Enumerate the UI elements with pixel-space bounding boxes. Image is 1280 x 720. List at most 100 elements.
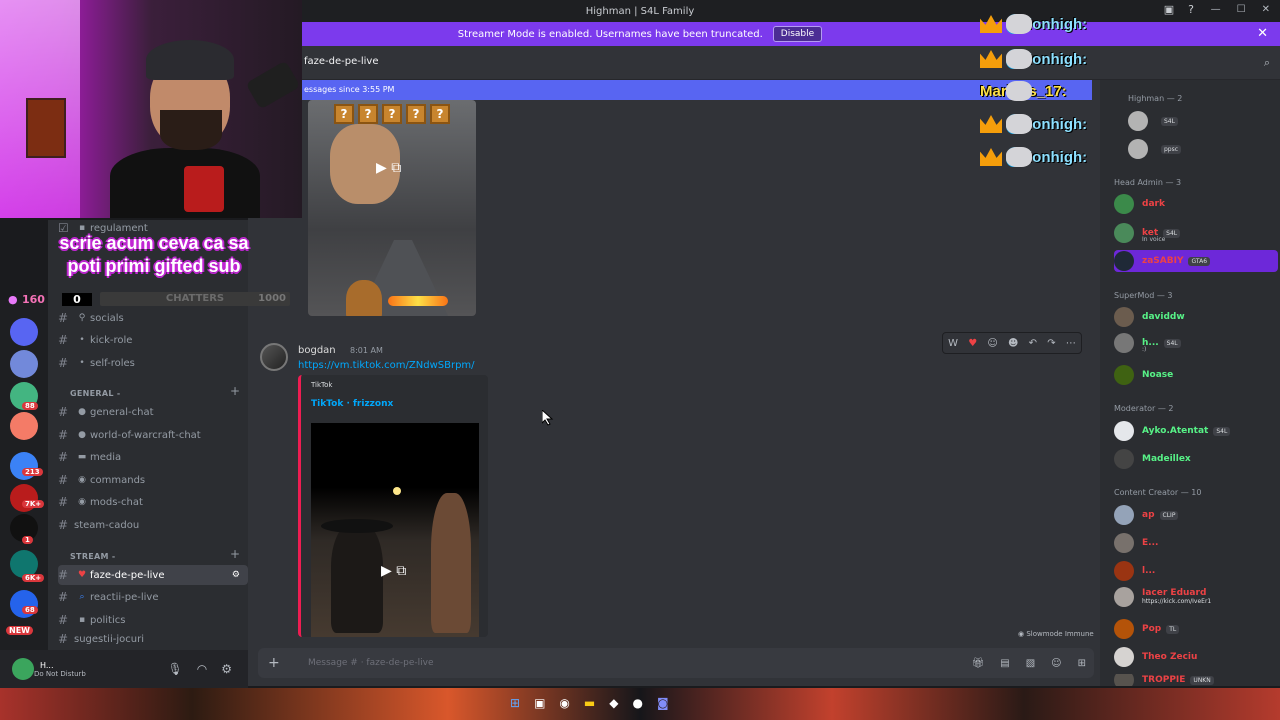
chatters-counter: ● 160 0 CHATTERS 1000 (8, 290, 290, 308)
category-general[interactable]: GENERAL - (70, 389, 120, 398)
video-embed-thumbnail[interactable]: ????? ▶ ⧉ (308, 100, 476, 316)
channel-faze-de-pe-live[interactable]: # ♥ faze-de-pe-live ⚙ (58, 565, 248, 585)
member-row[interactable]: l... (1114, 560, 1278, 582)
channel-reactii-pe-live[interactable]: # ⌕ reactii-pe-live (58, 587, 248, 607)
reaction-emoji-icon[interactable]: ☺ (987, 338, 997, 349)
play-icon[interactable]: ▶ ⧉ (376, 160, 401, 176)
person-graphic (331, 523, 383, 633)
inbox-icon[interactable]: ▣ (1164, 3, 1174, 16)
sticker-icon[interactable]: ▧ (1026, 658, 1035, 669)
add-channel-icon[interactable]: + (230, 547, 240, 561)
apps-icon[interactable]: ⊞ (1078, 658, 1086, 669)
message-timestamp: 8:01 AM (350, 346, 383, 355)
app-icon[interactable]: ◉ (559, 696, 569, 710)
member-row[interactable]: ppsc (1128, 138, 1280, 160)
message-link[interactable]: https://vm.tiktok.com/ZNdwSBrpm/ (298, 360, 475, 371)
server-rail: 88 213 7K+ 1 6K+ 68 NEW (0, 300, 48, 690)
chat-icon: ● (78, 430, 86, 440)
gift-icon[interactable]: 🎁︎ (972, 658, 985, 669)
channel-general-chat[interactable]: # ● general-chat (58, 402, 248, 422)
add-channel-icon[interactable]: + (230, 384, 240, 398)
channel-kick-role[interactable]: # • kick-role (58, 330, 248, 350)
search-icon[interactable]: ⌕ (1264, 56, 1270, 70)
member-row[interactable]: TROPPIE UNKN (1114, 674, 1278, 686)
avatar (1114, 647, 1134, 667)
maximize-icon[interactable]: ☐ (1237, 4, 1246, 15)
hash-icon: # (58, 311, 69, 325)
disable-streamer-mode-button[interactable]: Disable (772, 26, 823, 42)
server-icon[interactable] (10, 350, 38, 378)
channel-steam-cadou[interactable]: # steam-cadou (58, 515, 248, 535)
server-icon[interactable] (10, 318, 38, 346)
channel-self-roles[interactable]: # • self-roles (58, 353, 248, 373)
new-messages-bar[interactable]: essages since 3:55 PM (300, 80, 1092, 100)
discord-icon[interactable]: ◙ (657, 696, 669, 710)
reply-icon[interactable]: ↶ (1029, 338, 1037, 349)
windows-start-icon[interactable]: ⊞ (510, 696, 520, 710)
channel-mods-chat[interactable]: # ◉ mods-chat (58, 492, 248, 512)
microphone-icon[interactable]: 🎙︎ (168, 662, 183, 676)
app-icon[interactable]: ◆ (609, 696, 618, 710)
app-icon[interactable]: ▣ (534, 696, 545, 710)
gear-icon[interactable]: ⚙ (221, 662, 232, 676)
member-row[interactable]: zaSABIY GTA6 (1114, 250, 1278, 272)
member-row[interactable]: Ayko.Atentat S4L (1114, 420, 1278, 442)
member-row[interactable]: S4L (1128, 110, 1280, 132)
message-author[interactable]: bogdan (298, 345, 336, 356)
gif-icon[interactable]: ▤ (1000, 658, 1009, 669)
folder-icon[interactable]: ▬ (584, 696, 595, 710)
avatar[interactable] (12, 658, 34, 680)
channel-media[interactable]: # ▬ media (58, 447, 248, 467)
channel-commands[interactable]: # ◉ commands (58, 470, 248, 490)
channel-world-of-warcraft-chat[interactable]: # ● world-of-warcraft-chat (58, 425, 248, 445)
member-row[interactable]: ket S4L In voice (1114, 222, 1278, 244)
headphones-icon[interactable]: ◠ (197, 662, 207, 676)
beanie-graphic (146, 40, 234, 80)
member-row[interactable]: daviddw (1114, 306, 1278, 328)
member-row[interactable]: Madeillex (1114, 448, 1278, 470)
server-icon[interactable] (10, 412, 38, 440)
play-icon[interactable]: ▶ ⧉ (381, 563, 406, 579)
alert-name: lonhigh: (1028, 50, 1088, 68)
member-row[interactable]: Theo Zeciu (1114, 646, 1278, 668)
close-window-icon[interactable]: ✕ (1262, 4, 1270, 15)
channel-sugestii-jocuri[interactable]: # sugestii-jocuri (58, 632, 248, 646)
embed-video[interactable]: ▶ ⧉ (311, 423, 479, 637)
channel-label: kick-role (90, 334, 133, 346)
message-composer[interactable]: + Message # · faze-de-pe-live 🎁︎ ▤ ▧ ☺ ⊞ (258, 648, 1094, 678)
settings-icon[interactable]: ⚙ (232, 570, 240, 580)
minimize-icon[interactable]: — (1211, 4, 1221, 15)
forward-icon[interactable]: ↷ (1047, 338, 1055, 349)
more-icon[interactable]: ⋯ (1066, 338, 1076, 349)
server-badge: 7K+ (22, 500, 45, 508)
member-tag: S4L (1161, 116, 1178, 126)
member-tag: UNKN (1190, 675, 1214, 685)
channel-socials[interactable]: # ⚲ socials (58, 308, 248, 328)
member-row[interactable]: Noase (1114, 364, 1278, 386)
new-badge[interactable]: NEW (6, 626, 33, 635)
member-tag: ppsc (1161, 144, 1182, 154)
reaction-heart-icon[interactable]: ♥ (968, 338, 977, 349)
member-row[interactable]: dark (1114, 193, 1278, 215)
new-messages-text: essages since 3:55 PM (304, 85, 395, 94)
emoji-icon[interactable]: ☺ (1051, 658, 1061, 669)
message-input[interactable]: Message # · faze-de-pe-live (308, 658, 433, 668)
add-attachment-icon[interactable]: + (268, 655, 288, 671)
app-icon[interactable]: ● (632, 696, 642, 710)
channel-politics[interactable]: # ▪ politics (58, 610, 248, 630)
add-reaction-icon[interactable]: ☻ (1008, 338, 1018, 349)
member-row[interactable]: Iacer Eduard https://kick.com/IveEr1 (1114, 586, 1278, 608)
reaction-w-icon[interactable]: W (948, 338, 958, 349)
hash-icon: # (58, 428, 69, 442)
member-row[interactable]: Pop TL (1114, 618, 1278, 640)
close-banner-icon[interactable]: ✕ (1257, 26, 1268, 41)
member-row[interactable]: h... S4L :) (1114, 332, 1278, 354)
member-row[interactable]: ap CLIP (1114, 504, 1278, 526)
category-stream[interactable]: STREAM - (70, 552, 116, 561)
message-avatar[interactable] (260, 343, 288, 371)
embed-title-link[interactable]: TikTok · frizzonx (311, 399, 393, 409)
member-name: Pop (1142, 624, 1162, 634)
help-icon[interactable]: ? (1188, 3, 1194, 16)
member-row[interactable]: E... (1114, 532, 1278, 554)
mouse-cursor-icon (542, 410, 554, 426)
